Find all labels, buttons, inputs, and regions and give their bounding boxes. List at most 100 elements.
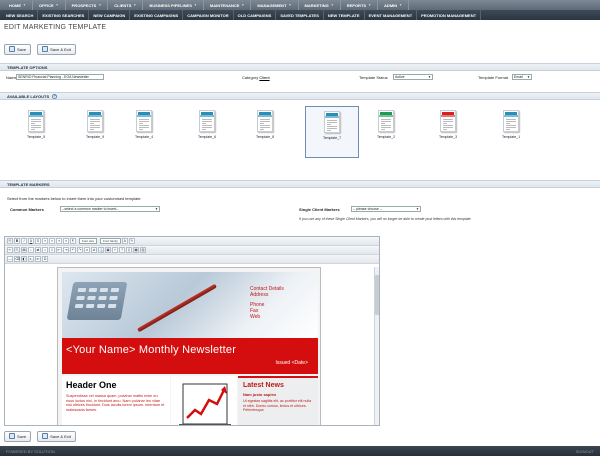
layout-caption: Template_8 [255,135,275,139]
code-icon[interactable]: ⟨⟩ [126,247,132,253]
subnav-item-new-search[interactable]: NEW SEARCH [2,10,39,20]
layout-template-2[interactable]: Template_2 [365,106,407,158]
source-icon[interactable]: ⎘ [7,238,13,244]
editor-scrollbar[interactable] [374,267,379,425]
image-icon[interactable]: ▣ [105,247,111,253]
subnav-item-existing-searches[interactable]: EXISTING SEARCHES [38,10,90,20]
topnav-item-home[interactable]: HOME ▼ [3,0,33,10]
topnav-item-marketing[interactable]: MARKETING ▼ [299,0,341,10]
highlight-icon[interactable]: ✎ [128,238,135,244]
client-markers-select[interactable]: -- please choose -- ▼ [351,206,421,212]
strikethrough-icon[interactable]: S [35,238,41,244]
status-label: Template Status [359,75,388,80]
topnav-item-business-pipelines[interactable]: BUSINESS PIPELINES ▼ [143,0,204,10]
subscript-icon[interactable]: x₂ [28,256,34,262]
underline-icon[interactable]: U [28,238,34,244]
redo-icon[interactable]: ↷ [77,247,83,253]
topnav-item-management[interactable]: MANAGEMENT ▼ [251,0,299,10]
newsletter-preview[interactable]: Contact Details Address Phone Fax Web <Y… [57,267,321,425]
save-button[interactable]: Save [4,43,32,55]
font-size-select[interactable]: Font size [79,238,98,244]
layout-template-9[interactable]: Template_9 [74,106,116,158]
topnav-item-maintenance[interactable]: MAINTENANCE ▼ [204,0,252,10]
subnav-item-event-management[interactable]: EVENT MANAGEMENT [365,10,418,20]
subnav-item-new-campaign[interactable]: NEW CAMPAIGN [89,10,131,20]
subnav-item-new-template[interactable]: NEW TEMPLATE [324,10,365,20]
link-icon[interactable]: ∞ [84,247,90,253]
special-char-icon[interactable]: Ω [42,256,48,262]
topnav-item-admin[interactable]: ADMIN ▼ [378,0,410,10]
common-markers-select[interactable]: --select a common marker to insert-- ▼ [60,206,160,212]
undo-icon[interactable]: ↶ [70,247,76,253]
layout-template-3[interactable]: Template_3 [427,106,469,158]
cut-icon[interactable]: ✂ [7,247,13,253]
subnav-item-promotion-management[interactable]: PROMOTION MANAGEMENT [417,10,482,20]
remove-format-icon[interactable]: ⌫ [14,256,20,262]
main-column: Header One Suspendisse vel massa quam, p… [62,376,170,425]
markers-note: If you use any of these Single Client Ma… [299,217,472,221]
anchor-icon[interactable]: ⚓ [98,247,104,253]
layout-template-6[interactable]: Template_6 [186,106,228,158]
topnav-item-prospects[interactable]: PROSPECTS ▼ [66,0,109,10]
horizontal-rule-icon[interactable]: — [7,256,13,262]
align-right-icon[interactable]: ≡ [56,238,62,244]
align-justify-icon[interactable]: ≡ [63,238,69,244]
format-select[interactable]: Email ▼ [512,74,532,80]
topnav-item-clients[interactable]: CLIENTS ▼ [108,0,144,10]
question-icon[interactable]: ? [52,93,58,99]
unlink-icon[interactable]: ⊘ [91,247,97,253]
bold-icon[interactable]: B [14,238,20,244]
name-input[interactable] [16,74,104,80]
subnav-item-old-campaigns[interactable]: OLD CAMPAIGNS [234,10,277,20]
layout-thumbnail [324,111,340,133]
topnav-item-office[interactable]: OFFICE ▼ [33,0,66,10]
growth-chart-image [179,383,231,425]
issued-date: Issued <Date> [275,360,308,366]
indent-icon[interactable]: ⇥ [63,247,69,253]
help-icon[interactable]: ? [119,247,125,253]
replace-icon[interactable]: ⇄ [35,247,41,253]
visual-aid-icon[interactable]: ◧ [21,256,27,262]
latest-news-heading: Latest News [243,382,284,389]
layout-caption: Template_6 [197,135,217,139]
layout-template-1[interactable]: Template_1 [490,106,532,158]
web-text: Web [250,314,261,320]
layout-template-5[interactable]: Template_5 [15,106,57,158]
align-left-icon[interactable]: ≡ [42,238,48,244]
status-select[interactable]: Active ▼ [393,74,433,80]
paste-icon[interactable]: ▤ [21,247,27,253]
save-exit-button-bottom[interactable]: Save & Exit [37,430,76,442]
layout-thumbnail [199,110,215,132]
save-button-bottom[interactable]: Save [4,430,32,442]
chevron-down-icon: ▼ [98,3,102,7]
numbered-list-icon[interactable]: 1 [49,247,55,253]
topnav-item-reports[interactable]: REPORTS ▼ [341,0,379,10]
rich-text-editor[interactable]: ⎘ B I U S ≡ ≡ ≡ ≡ ¶ Font size Font famil… [4,236,380,426]
save-exit-button[interactable]: Save & Exit [37,43,76,55]
align-center-icon[interactable]: ≡ [49,238,55,244]
newsletter-title: <Your Name> Monthly Newsletter [66,344,237,356]
outdent-icon[interactable]: ⇤ [56,247,62,253]
layout-template-7[interactable]: Template_7 [305,106,359,158]
cleanup-icon[interactable]: ✧ [112,247,118,253]
markers-section: Select from the markers below to insert … [0,196,600,236]
layout-template-8[interactable]: Template_8 [244,106,286,158]
scrollbar-thumb[interactable] [375,275,379,315]
subnav-item-saved-templates[interactable]: SAVED TEMPLATES [276,10,324,20]
subnav-item-existing-campaigns[interactable]: EXISTING CAMPAIGNS [130,10,184,20]
subnav-item-campaign-monitor[interactable]: CAMPAIGN MONITOR [183,10,234,20]
layout-thumbnail [378,110,394,132]
table-props-icon[interactable]: ▥ [140,247,146,253]
button-row-bottom: Save Save & Exit [0,427,600,445]
bullet-list-icon[interactable]: • [42,247,48,253]
text-color-icon[interactable]: A [121,238,128,244]
find-icon[interactable]: ⌕ [28,247,34,253]
table-icon[interactable]: ▦ [133,247,139,253]
signout-link[interactable]: SIGNOUT [576,449,594,454]
font-family-select[interactable]: Font family [100,238,121,244]
italic-icon[interactable]: I [21,238,27,244]
layout-template-4[interactable]: Template_4 [123,106,165,158]
styles-icon[interactable]: ¶ [70,238,76,244]
superscript-icon[interactable]: x² [35,256,41,262]
copy-icon[interactable]: ⎘ [14,247,20,253]
